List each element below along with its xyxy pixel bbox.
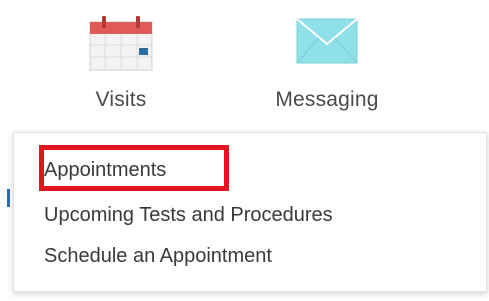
envelope-icon xyxy=(296,18,358,69)
menu-item-appointments[interactable]: Appointments xyxy=(44,158,166,182)
nav-visits[interactable]: Visits xyxy=(51,0,191,125)
mychart-menu-screen: Visits Messaging Appointments Upcoming T… xyxy=(0,0,489,301)
menu-item-upcoming-tests[interactable]: Upcoming Tests and Procedures xyxy=(44,203,333,227)
dropdown-accent-bar xyxy=(7,189,10,207)
calendar-icon xyxy=(88,14,154,77)
visits-dropdown-menu: Appointments Upcoming Tests and Procedur… xyxy=(7,132,487,292)
menu-item-schedule-appointment[interactable]: Schedule an Appointment xyxy=(44,244,272,268)
nav-messaging[interactable]: Messaging xyxy=(257,0,397,125)
nav-messaging-label: Messaging xyxy=(275,88,379,111)
nav-visits-label: Visits xyxy=(95,88,147,111)
